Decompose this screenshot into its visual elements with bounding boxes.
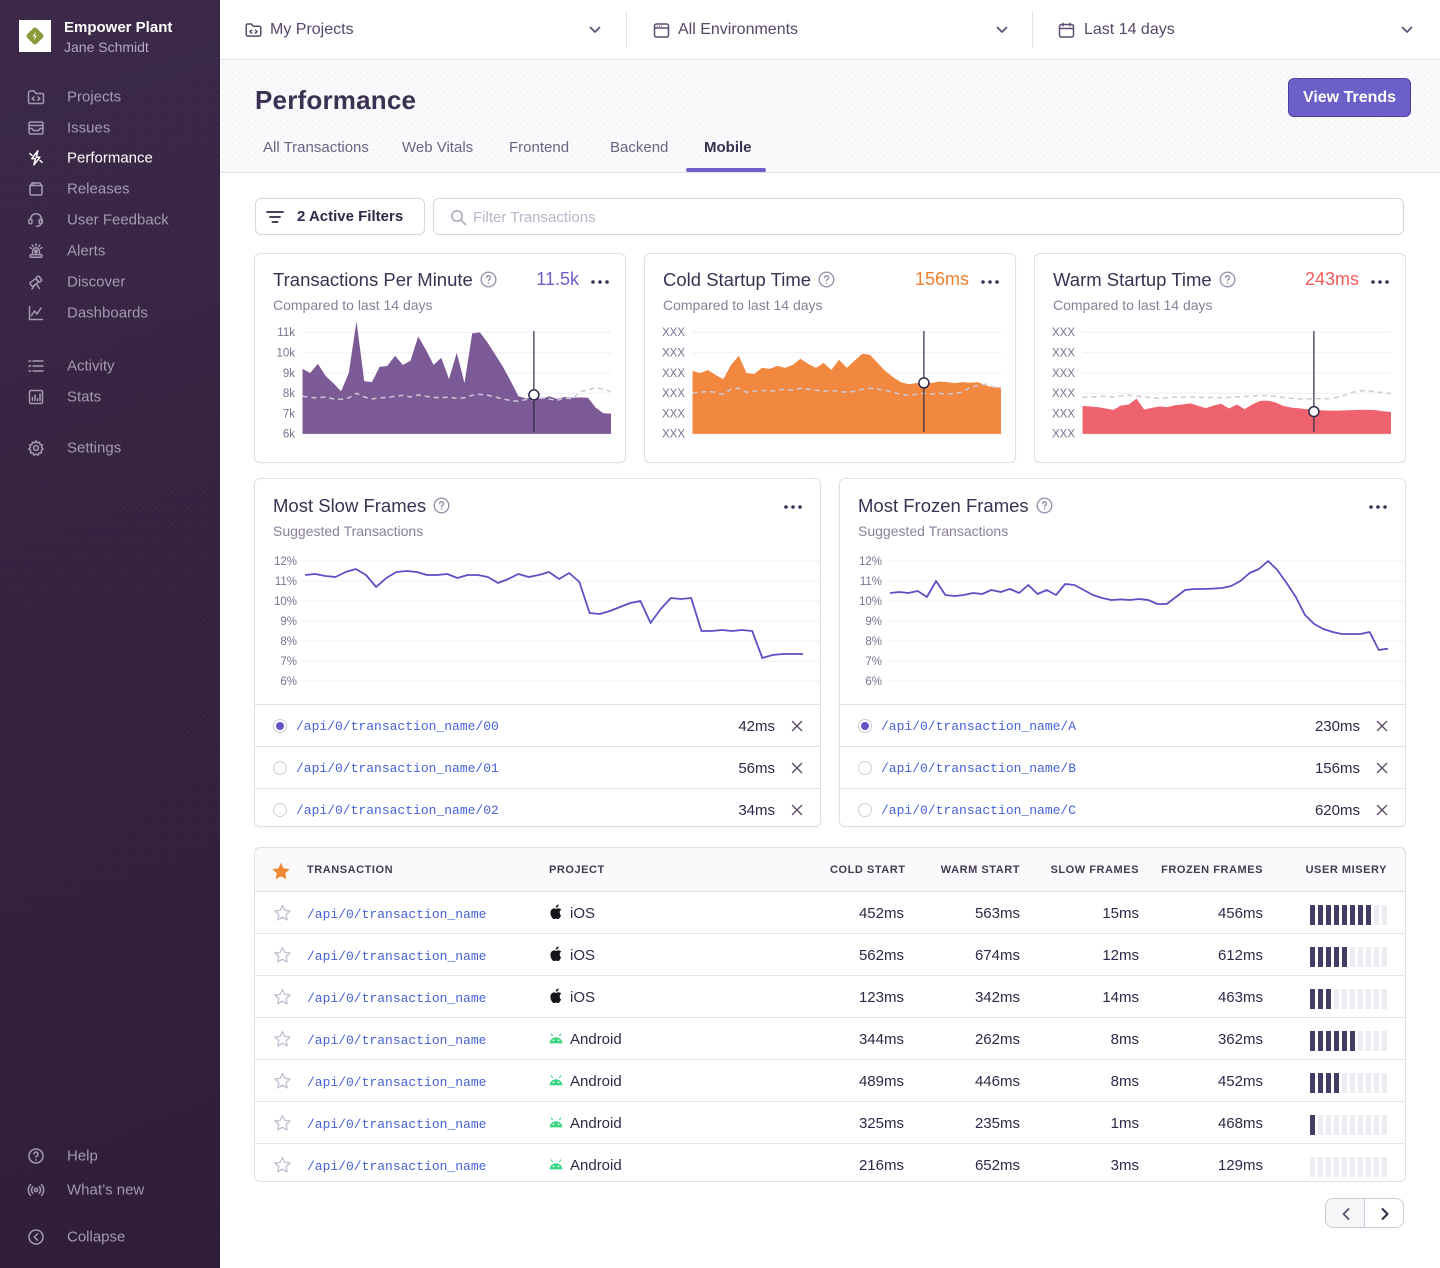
svg-text:8%: 8% bbox=[280, 636, 297, 648]
svg-text:10k: 10k bbox=[276, 348, 295, 360]
svg-text:6%: 6% bbox=[280, 676, 297, 688]
svg-text:9k: 9k bbox=[283, 368, 295, 380]
svg-text:XXX: XXX bbox=[662, 429, 685, 441]
svg-text:XXX: XXX bbox=[1052, 388, 1075, 400]
svg-text:9%: 9% bbox=[280, 616, 297, 628]
svg-text:XXX: XXX bbox=[1052, 348, 1075, 360]
svg-text:8k: 8k bbox=[283, 388, 295, 400]
svg-text:10%: 10% bbox=[274, 596, 297, 608]
svg-text:XXX: XXX bbox=[1052, 327, 1075, 339]
svg-text:XXX: XXX bbox=[662, 368, 685, 380]
svg-text:XXX: XXX bbox=[1052, 408, 1075, 420]
svg-text:8%: 8% bbox=[865, 636, 882, 648]
svg-text:11k: 11k bbox=[277, 327, 295, 339]
svg-text:12%: 12% bbox=[274, 556, 297, 568]
svg-text:7%: 7% bbox=[280, 656, 297, 668]
svg-text:9%: 9% bbox=[865, 616, 882, 628]
svg-text:XXX: XXX bbox=[1052, 429, 1075, 441]
svg-text:XXX: XXX bbox=[1052, 368, 1075, 380]
svg-text:XXX: XXX bbox=[662, 327, 685, 339]
svg-text:12%: 12% bbox=[859, 556, 882, 568]
svg-text:XXX: XXX bbox=[662, 388, 685, 400]
svg-text:XXX: XXX bbox=[662, 348, 685, 360]
svg-text:6%: 6% bbox=[865, 676, 882, 688]
svg-text:7%: 7% bbox=[865, 656, 882, 668]
svg-text:11%: 11% bbox=[275, 576, 297, 588]
svg-text:7k: 7k bbox=[283, 408, 295, 420]
svg-text:XXX: XXX bbox=[662, 408, 685, 420]
svg-text:10%: 10% bbox=[859, 596, 882, 608]
svg-text:6k: 6k bbox=[283, 429, 295, 441]
svg-text:11%: 11% bbox=[860, 576, 882, 588]
